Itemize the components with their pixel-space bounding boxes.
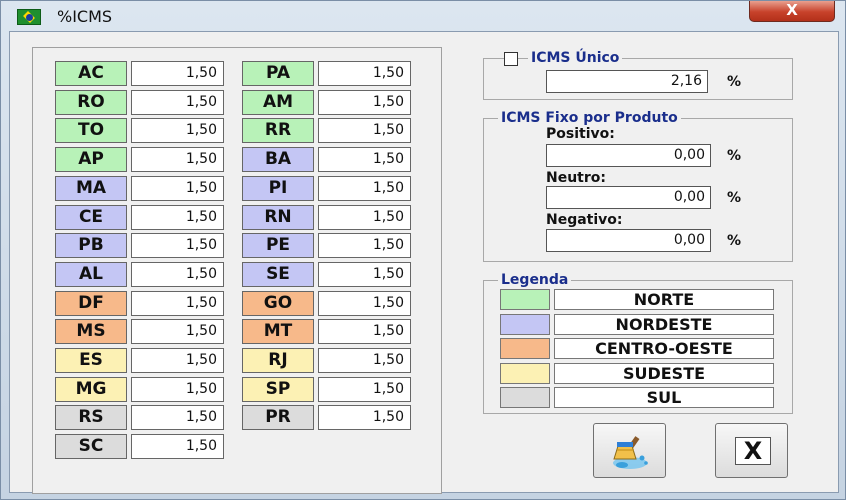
positivo-label: Positivo: [546, 126, 615, 142]
state-button-rn[interactable]: RN [242, 204, 314, 230]
state-value-ac[interactable]: 1,50 [131, 61, 224, 86]
state-button-rs[interactable]: RS [55, 405, 127, 431]
state-button-es[interactable]: ES [55, 348, 127, 373]
legend-name-norte: NORTE [554, 289, 774, 310]
state-value-pi[interactable]: 1,50 [318, 175, 411, 201]
state-value-pe[interactable]: 1,50 [318, 233, 411, 259]
state-value-se[interactable]: 1,50 [318, 261, 411, 287]
title-bar: %ICMS X [1, 1, 845, 31]
state-button-df[interactable]: DF [55, 290, 127, 316]
window-title: %ICMS [57, 7, 113, 26]
negativo-percent: % [727, 233, 742, 249]
state-value-am[interactable]: 1,50 [318, 89, 411, 115]
legend-swatch-sudeste [500, 362, 550, 384]
broom-clean-icon [613, 436, 648, 469]
state-button-pe[interactable]: PE [242, 233, 314, 259]
client-area: AC 1,50 RO 1,50 TO 1,50 AP 1,50 MA 1,50 CE 1,50 PB 1,… [9, 31, 839, 494]
state-button-pa[interactable]: PA [242, 61, 314, 86]
legend-name-sul: SUL [554, 387, 774, 408]
state-value-to[interactable]: 1,50 [131, 118, 224, 144]
state-value-pb[interactable]: 1,50 [131, 233, 224, 259]
state-value-es[interactable]: 1,50 [131, 348, 224, 373]
legend-name-centro_oeste: CENTRO-OESTE [554, 338, 774, 359]
close-x-icon: X [735, 437, 771, 465]
state-value-mt[interactable]: 1,50 [318, 319, 411, 345]
state-button-am[interactable]: AM [242, 89, 314, 115]
state-button-ac[interactable]: AC [55, 61, 127, 86]
state-button-mg[interactable]: MG [55, 376, 127, 402]
legenda-label: Legenda [498, 272, 572, 288]
state-value-go[interactable]: 1,50 [318, 290, 411, 316]
icms-unico-checkbox[interactable] [504, 52, 518, 66]
legenda-group: Legenda NORTE NORDESTE CENTRO-OESTE SUDESTE… [483, 272, 793, 414]
state-button-sc[interactable]: SC [55, 434, 127, 460]
icms-window: %ICMS X AC 1,50 RO 1,50 TO 1,50 AP 1,50 MA 1,50 CE… [0, 0, 846, 500]
negativo-field[interactable]: 0,00 [546, 229, 711, 252]
state-button-go[interactable]: GO [242, 290, 314, 316]
state-value-rs[interactable]: 1,50 [131, 405, 224, 431]
state-value-ba[interactable]: 1,50 [318, 147, 411, 173]
state-value-pr[interactable]: 1,50 [318, 405, 411, 431]
legend-swatch-sul [500, 387, 550, 408]
state-button-ba[interactable]: BA [242, 147, 314, 173]
state-button-ma[interactable]: MA [55, 175, 127, 201]
state-button-sp[interactable]: SP [242, 376, 314, 402]
state-value-ce[interactable]: 1,50 [131, 204, 224, 230]
state-value-mg[interactable]: 1,50 [131, 376, 224, 402]
positivo-field[interactable]: 0,00 [546, 144, 711, 167]
icms-unico-label: ICMS Único [528, 50, 623, 66]
state-value-rj[interactable]: 1,50 [318, 348, 411, 373]
state-button-ap[interactable]: AP [55, 147, 127, 173]
icms-unico-percent: % [727, 74, 742, 90]
state-value-ap[interactable]: 1,50 [131, 147, 224, 173]
state-button-ms[interactable]: MS [55, 319, 127, 345]
state-value-df[interactable]: 1,50 [131, 290, 224, 316]
legend-swatch-centro_oeste [500, 338, 550, 359]
neutro-field[interactable]: 0,00 [546, 186, 711, 209]
state-button-pi[interactable]: PI [242, 175, 314, 201]
state-button-pr[interactable]: PR [242, 405, 314, 431]
state-button-to[interactable]: TO [55, 118, 127, 144]
state-button-mt[interactable]: MT [242, 319, 314, 345]
state-button-ro[interactable]: RO [55, 89, 127, 115]
state-button-ce[interactable]: CE [55, 204, 127, 230]
state-button-se[interactable]: SE [242, 261, 314, 287]
clear-button[interactable] [593, 423, 666, 478]
negativo-label: Negativo: [546, 212, 623, 228]
brazil-flag-icon [17, 9, 41, 25]
states-panel: AC 1,50 RO 1,50 TO 1,50 AP 1,50 MA 1,50 CE 1,50 PB 1,… [32, 47, 442, 494]
state-value-ma[interactable]: 1,50 [131, 175, 224, 201]
positivo-percent: % [727, 148, 742, 164]
state-button-al[interactable]: AL [55, 261, 127, 287]
neutro-percent: % [727, 190, 742, 206]
window-close-button[interactable]: X [749, 1, 835, 22]
state-button-rr[interactable]: RR [242, 118, 314, 144]
legend-name-sudeste: SUDESTE [554, 362, 774, 384]
legend-swatch-norte [500, 289, 550, 310]
icms-fixo-group: ICMS Fixo por Produto Positivo: 0,00 % N… [483, 110, 793, 262]
state-value-ro[interactable]: 1,50 [131, 89, 224, 115]
icms-fixo-label: ICMS Fixo por Produto [498, 110, 681, 126]
close-button[interactable]: X [715, 423, 788, 478]
legend-name-nordeste: NORDESTE [554, 313, 774, 335]
state-value-rr[interactable]: 1,50 [318, 118, 411, 144]
state-value-pa[interactable]: 1,50 [318, 61, 411, 86]
neutro-label: Neutro: [546, 170, 606, 186]
state-value-sp[interactable]: 1,50 [318, 376, 411, 402]
state-value-al[interactable]: 1,50 [131, 261, 224, 287]
legend-swatch-nordeste [500, 313, 550, 335]
state-button-rj[interactable]: RJ [242, 348, 314, 373]
state-value-ms[interactable]: 1,50 [131, 319, 224, 345]
icms-unico-group: ICMS Único 2,16 % [483, 50, 793, 100]
icms-unico-field[interactable]: 2,16 [546, 70, 708, 93]
state-button-pb[interactable]: PB [55, 233, 127, 259]
state-value-sc[interactable]: 1,50 [131, 434, 224, 460]
state-value-rn[interactable]: 1,50 [318, 204, 411, 230]
